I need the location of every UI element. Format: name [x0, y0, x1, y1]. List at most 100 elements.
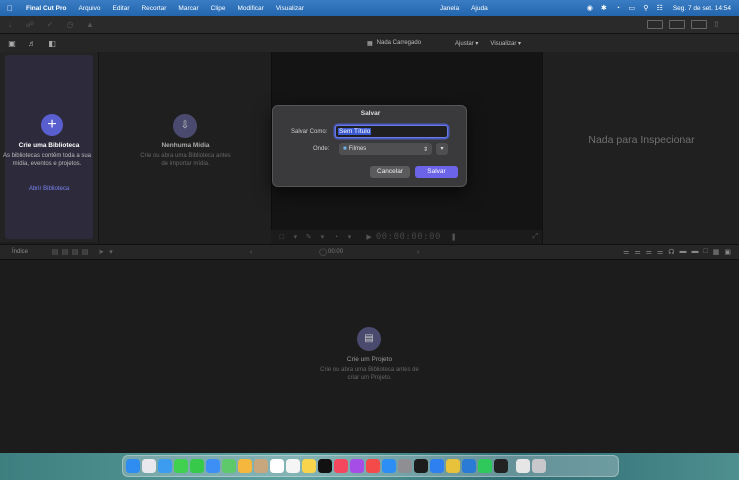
insert-clip-icon[interactable]: ▤ [60, 248, 70, 256]
bluetooth-icon[interactable]: ✱ [597, 4, 611, 12]
menu-app-name[interactable]: Final Cut Pro [20, 5, 72, 12]
skimming-icon[interactable]: ⚌ [623, 248, 629, 256]
dock-whatsapp-icon[interactable] [478, 459, 492, 473]
chevron-down-icon[interactable]: ▾ [343, 233, 357, 241]
timeline-index-button[interactable]: Índice [12, 249, 28, 255]
clip-appearance-icon[interactable]: ▬ [680, 248, 687, 256]
dock-trash-icon[interactable] [532, 459, 546, 473]
menubar-clock[interactable]: Seg. 7 de set. 14:54 [667, 5, 739, 12]
apple-menu-icon[interactable]:  [0, 4, 20, 13]
transitions-browser-icon[interactable]: ▣ [724, 248, 731, 256]
dock-vscode-icon[interactable] [462, 459, 476, 473]
menu-arquivo[interactable]: Arquivo [72, 5, 106, 12]
dock-app-store-icon[interactable] [382, 459, 396, 473]
where-value: Filmes [348, 146, 367, 152]
dock-xcode-icon[interactable] [430, 459, 444, 473]
timeline-index-toggle-icon[interactable]: □ [704, 248, 708, 256]
dock-terminal-icon[interactable] [414, 459, 428, 473]
dock-news-icon[interactable] [366, 459, 380, 473]
effects-browser-icon[interactable]: ▦ [713, 248, 720, 256]
control-center-icon[interactable]: ☷ [653, 4, 667, 12]
dock-chrome-icon[interactable] [446, 459, 460, 473]
dock-launchpad-icon[interactable] [142, 459, 156, 473]
toggle-inspector-icon[interactable] [691, 20, 707, 29]
enhance-icon[interactable]: ✎ [302, 233, 316, 241]
menu-janela[interactable]: Janela [434, 5, 465, 12]
share-icon[interactable]: ▲ [80, 20, 100, 29]
dock-calendar-icon[interactable] [270, 459, 284, 473]
dock-tv-icon[interactable] [318, 459, 332, 473]
dock-facetime-icon[interactable] [190, 459, 204, 473]
snapping-icon[interactable]: ⚌ [657, 248, 663, 256]
adjust-menu[interactable]: Ajustar ▾ [455, 40, 478, 47]
chevron-down-icon[interactable]: ▾ [106, 248, 116, 256]
append-clip-icon[interactable]: ▤ [50, 248, 60, 256]
keyword-icon[interactable]: ☍ [20, 20, 40, 29]
menu-clipe[interactable]: Clipe [205, 5, 232, 12]
save-button[interactable]: Salvar [415, 166, 458, 178]
open-library-link[interactable]: Abrir Biblioteca [0, 186, 98, 192]
chevron-down-icon[interactable]: ▾ [289, 233, 303, 241]
menu-marcar[interactable]: Marcar [172, 5, 204, 12]
dock-podcasts-icon[interactable] [350, 459, 364, 473]
headphones-icon[interactable]: ☊ [668, 248, 674, 256]
import-icon[interactable]: ↓ [0, 20, 20, 29]
create-library-title: Crie uma Biblioteca [18, 142, 80, 149]
toggle-browser-icon[interactable] [647, 20, 663, 29]
cancel-button[interactable]: Cancelar [370, 166, 411, 178]
expand-dialog-button[interactable]: ▾ [436, 143, 448, 155]
audio-skimming-icon[interactable]: ⚌ [634, 248, 640, 256]
menu-visualizar[interactable]: Visualizar [270, 5, 310, 12]
menu-editar[interactable]: Editar [107, 5, 136, 12]
dock-music-icon[interactable] [334, 459, 348, 473]
share-toolbar-icon[interactable]: ⇧ [713, 20, 729, 29]
menu-recortar[interactable]: Recortar [135, 5, 172, 12]
background-tasks-icon[interactable]: ◷ [60, 20, 80, 29]
battery-icon[interactable]: ▭ [625, 4, 639, 12]
zoom-slider-icon[interactable]: ▬ [692, 248, 699, 256]
timeline-back-icon[interactable]: ‹ [246, 249, 256, 256]
check-icon[interactable]: ✓ [40, 20, 60, 29]
dock-contacts-icon[interactable] [254, 459, 268, 473]
dock-mail-icon[interactable] [206, 459, 220, 473]
menu-bar:  Final Cut Pro Arquivo Editar Recortar … [0, 0, 739, 16]
timeline-timecode: 00:00 [328, 249, 344, 255]
libraries-icon[interactable]: ▣ [4, 39, 20, 48]
timeline-duration-icon: ◯ [319, 249, 327, 256]
dock-messages-icon[interactable] [174, 459, 188, 473]
transform-icon[interactable]: □ [275, 234, 289, 241]
titles-generators-icon[interactable]: ◧ [44, 39, 60, 48]
dock-finder-icon[interactable] [126, 459, 140, 473]
dock-final-cut-pro-icon[interactable] [494, 459, 508, 473]
where-select[interactable]: ■ Filmes ⇕ [339, 143, 432, 155]
menu-ajuda[interactable]: Ajuda [465, 5, 494, 12]
screen-record-icon[interactable]: ◉ [583, 4, 597, 12]
toggle-timeline-icon[interactable] [669, 20, 685, 29]
solo-icon[interactable]: ⚌ [646, 248, 652, 256]
timeline-forward-icon[interactable]: › [413, 249, 423, 256]
photos-audio-icon[interactable]: ♬ [24, 39, 40, 48]
create-library-plus-icon[interactable]: + [41, 114, 63, 136]
speed-icon[interactable]: ◔ [329, 234, 343, 241]
app-toolbar: ↓ ☍ ✓ ◷ ▲ ⇧ [0, 16, 739, 34]
fullscreen-icon[interactable]: ⤢ [528, 233, 542, 241]
view-menu[interactable]: Visualizar ▾ [490, 40, 521, 47]
select-tool-icon[interactable]: ➤ [96, 248, 106, 256]
search-icon[interactable]: ⚲ [639, 4, 653, 12]
wifi-icon[interactable]: ◔ [611, 5, 625, 12]
save-as-input[interactable]: Sem Título [335, 125, 448, 138]
dock-maps-icon[interactable] [222, 459, 236, 473]
dock-document-icon[interactable] [516, 459, 530, 473]
overwrite-clip-icon[interactable]: ▤ [80, 248, 90, 256]
dock-notes-icon[interactable] [302, 459, 316, 473]
chevron-down-icon[interactable]: ▾ [316, 233, 330, 241]
connect-clip-icon[interactable]: ▤ [70, 248, 80, 256]
inspector-empty-text: Nada para Inspecionar [588, 134, 695, 146]
play-icon[interactable]: ▶ [362, 233, 376, 241]
dock-safari-icon[interactable] [158, 459, 172, 473]
menu-modificar[interactable]: Modificar [231, 5, 269, 12]
dock-system-preferences-icon[interactable] [398, 459, 412, 473]
dock-photos-icon[interactable] [238, 459, 252, 473]
folder-icon: ■ [343, 146, 347, 152]
dock-reminders-icon[interactable] [286, 459, 300, 473]
